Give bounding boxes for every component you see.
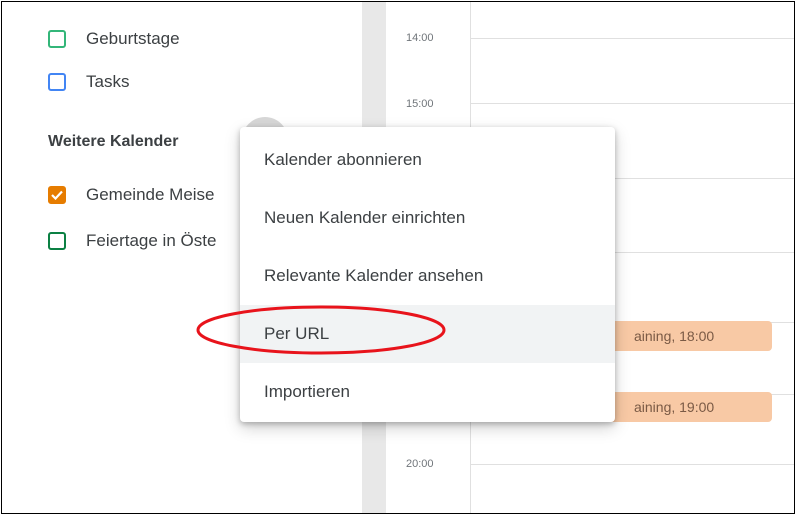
calendar-item-feiertage[interactable]: Feiertage in Öste: [48, 231, 216, 251]
calendar-item-geburtstage[interactable]: Geburtstage: [48, 29, 180, 49]
menu-item-create-new[interactable]: Neuen Kalender einrichten: [240, 189, 615, 247]
calendar-window: Geburtstage Tasks Weitere Kalender Gemei…: [1, 1, 795, 514]
grid-line: [794, 2, 795, 513]
calendar-item-gemeinde[interactable]: Gemeinde Meise: [48, 185, 215, 205]
grid-line: [470, 464, 794, 465]
calendar-label: Feiertage in Öste: [86, 231, 217, 250]
grid-line: [470, 38, 794, 39]
time-label: 15:00: [406, 98, 434, 110]
calendar-label: Geburtstage: [86, 29, 180, 48]
menu-item-browse-interesting[interactable]: Relevante Kalender ansehen: [240, 247, 615, 305]
calendar-label: Tasks: [86, 72, 130, 91]
time-label: 14:00: [406, 32, 434, 44]
checkbox-geburtstage[interactable]: [48, 30, 66, 48]
calendar-label: Gemeinde Meise: [86, 185, 215, 204]
checkbox-tasks[interactable]: [48, 73, 66, 91]
section-title-other-calendars: Weitere Kalender: [48, 133, 179, 150]
menu-item-import[interactable]: Importieren: [240, 363, 615, 421]
add-calendar-menu: Kalender abonnieren Neuen Kalender einri…: [240, 127, 615, 422]
checkbox-gemeinde[interactable]: [48, 186, 66, 204]
highlight-ellipse: [196, 305, 446, 355]
check-icon: [51, 190, 63, 200]
checkbox-feiertage[interactable]: [48, 232, 66, 250]
calendar-item-tasks[interactable]: Tasks: [48, 72, 129, 92]
time-label: 20:00: [406, 458, 434, 470]
menu-item-subscribe[interactable]: Kalender abonnieren: [240, 131, 615, 189]
grid-line: [470, 103, 794, 104]
